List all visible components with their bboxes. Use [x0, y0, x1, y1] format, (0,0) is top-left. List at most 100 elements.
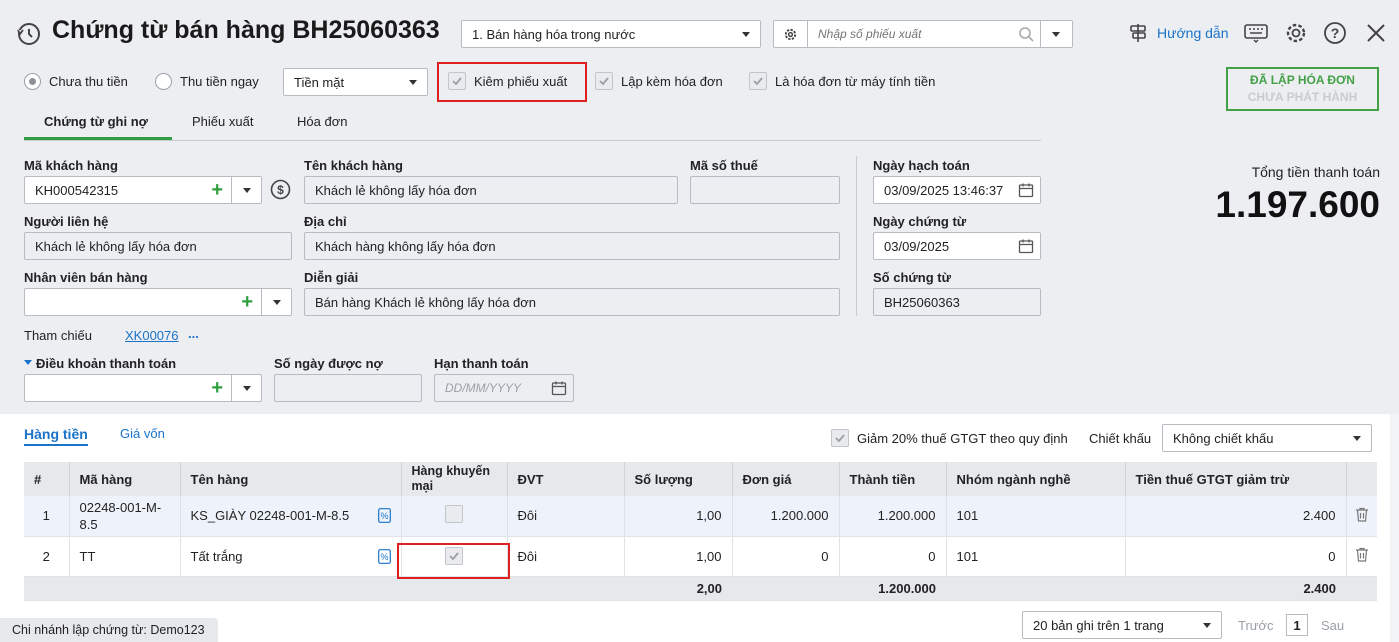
calendar-icon[interactable]: [551, 380, 567, 396]
payment-method-select[interactable]: Tiền mặt: [283, 68, 428, 96]
sales-staff-dropdown-button[interactable]: [261, 289, 291, 315]
check-cash-register-label: Là hóa đơn từ máy tính tiền: [775, 73, 936, 89]
trash-icon[interactable]: [1355, 547, 1369, 562]
sales-staff-field[interactable]: +: [24, 288, 292, 316]
contact-value: Khách lẻ không lấy hóa đơn: [35, 238, 197, 254]
check-export[interactable]: Kiêm phiếu xuất: [448, 72, 567, 90]
help-circle-icon[interactable]: ?: [1323, 21, 1347, 45]
customer-dropdown-button[interactable]: [231, 177, 261, 203]
currency-icon[interactable]: $: [270, 179, 291, 200]
tax-code-label: Mã số thuế: [690, 158, 758, 173]
item-name-cell[interactable]: Tất trắng %: [180, 536, 402, 577]
search-dropdown-button[interactable]: [1040, 21, 1070, 47]
reference-link[interactable]: XK00076: [125, 328, 179, 343]
payment-terms-field[interactable]: +: [24, 374, 262, 402]
status-line-1: ĐÃ LẬP HÓA ĐƠN: [1250, 73, 1355, 87]
item-name-cell[interactable]: KS_GIÀY 02248-001-M-8.5 %: [180, 496, 402, 537]
column-header: Đơn giá: [732, 462, 840, 496]
delete-cell: [1346, 536, 1377, 577]
check-vat-reduce[interactable]: Giảm 20% thuế GTGT theo quy định: [831, 429, 1068, 447]
settings-gear-icon[interactable]: [1284, 21, 1308, 45]
address-value: Khách hàng không lấy hóa đơn: [315, 238, 496, 254]
search-icon[interactable]: [1018, 26, 1034, 42]
radio-selected-indicator: [24, 73, 41, 90]
item-code[interactable]: 02248-001-M-8.5: [69, 496, 181, 537]
voucher-date-field[interactable]: 03/09/2025: [873, 232, 1041, 260]
contact-field[interactable]: Khách lẻ không lấy hóa đơn: [24, 232, 292, 260]
promo-cell[interactable]: [401, 496, 508, 537]
customer-name-label: Tên khách hàng: [304, 158, 403, 173]
checkbox-unchecked[interactable]: [445, 505, 463, 524]
detail-table: # Mã hàng Tên hàng Hàng khuyến mại ĐVT S…: [24, 462, 1377, 601]
quantity[interactable]: 1,00: [624, 536, 733, 577]
unit[interactable]: Đôi: [507, 536, 625, 577]
address-field[interactable]: Khách hàng không lấy hóa đơn: [304, 232, 840, 260]
amount[interactable]: 0: [839, 536, 947, 577]
tab-invoice[interactable]: Hóa đơn: [297, 114, 347, 129]
item-code[interactable]: TT: [69, 536, 181, 577]
vat-reduction[interactable]: 2.400: [1125, 496, 1347, 537]
customer-code-field[interactable]: KH000542315 +: [24, 176, 262, 204]
add-icon[interactable]: +: [211, 180, 223, 200]
svg-text:%: %: [380, 552, 388, 562]
delete-cell: [1346, 496, 1377, 537]
current-page[interactable]: 1: [1286, 614, 1308, 636]
check-cash-register[interactable]: Là hóa đơn từ máy tính tiền: [749, 72, 935, 90]
voucher-type-select[interactable]: 1. Bán hàng hóa trong nước: [461, 20, 761, 48]
next-page-button[interactable]: Sau: [1321, 618, 1344, 633]
tab-delivery-note[interactable]: Phiếu xuất: [192, 114, 253, 129]
column-header: Số lượng: [624, 462, 733, 496]
address-label: Địa chỉ: [304, 214, 347, 229]
due-date-field[interactable]: DD/MM/YYYY: [434, 374, 574, 402]
tab-debit-voucher[interactable]: Chứng từ ghi nợ: [44, 114, 148, 129]
percent-tag-icon[interactable]: %: [377, 548, 391, 564]
business-group[interactable]: 101: [946, 496, 1126, 537]
vat-reduction[interactable]: 0: [1125, 536, 1347, 577]
keyboard-icon[interactable]: [1244, 23, 1268, 43]
page-size-value: 20 bản ghi trên 1 trang: [1033, 617, 1164, 633]
unit-price[interactable]: 1.200.000: [732, 496, 840, 537]
credit-days-field[interactable]: [274, 374, 422, 402]
calendar-icon[interactable]: [1018, 182, 1034, 198]
check-invoice[interactable]: Lập kèm hóa đơn: [595, 72, 723, 90]
tab-divider: [24, 140, 1041, 141]
description-field[interactable]: Bán hàng Khách lẻ không lấy hóa đơn: [304, 288, 840, 316]
payment-terms-dropdown-button[interactable]: [231, 375, 261, 401]
prev-page-button[interactable]: Trước: [1238, 618, 1274, 633]
status-line-2: CHƯA PHÁT HÀNH: [1247, 90, 1358, 104]
customer-name-field[interactable]: Khách lẻ không lấy hóa đơn: [304, 176, 678, 204]
add-icon[interactable]: +: [241, 292, 253, 312]
close-icon[interactable]: [1366, 23, 1386, 43]
unit-price[interactable]: 0: [732, 536, 840, 577]
column-header: Tiền thuế GTGT giảm trừ: [1125, 462, 1347, 496]
collapse-icon[interactable]: [24, 360, 32, 365]
highlight-box: [397, 543, 510, 579]
business-group[interactable]: 101: [946, 536, 1126, 577]
tax-code-field[interactable]: [690, 176, 840, 204]
amount[interactable]: 1.200.000: [839, 496, 947, 537]
discount-select[interactable]: Không chiết khấu: [1162, 424, 1372, 452]
page-title: Chứng từ bán hàng BH25060363: [52, 16, 440, 44]
percent-tag-icon[interactable]: %: [377, 508, 391, 524]
add-icon[interactable]: +: [211, 378, 223, 398]
trash-icon[interactable]: [1355, 507, 1369, 522]
posting-date-field[interactable]: 03/09/2025 13:46:37: [873, 176, 1041, 204]
voucher-no-field[interactable]: BH25060363: [873, 288, 1041, 316]
table-row[interactable]: 1 02248-001-M-8.5 KS_GIÀY 02248-001-M-8.…: [24, 496, 1377, 537]
reference-more-button[interactable]: ...: [188, 326, 199, 341]
history-icon[interactable]: [16, 21, 42, 47]
voucher-search-input[interactable]: [808, 21, 1018, 47]
page-size-select[interactable]: 20 bản ghi trên 1 trang: [1022, 611, 1222, 639]
quantity[interactable]: 1,00: [624, 496, 733, 537]
table-row[interactable]: 2 TT Tất trắng % Đôi 1,00 0 0 101 0: [24, 536, 1377, 577]
tab-cost-price[interactable]: Giá vốn: [120, 426, 165, 441]
radio-unpaid[interactable]: Chưa thu tiền: [24, 73, 128, 90]
svg-text:?: ?: [1331, 25, 1340, 41]
unit[interactable]: Đôi: [507, 496, 625, 537]
help-link[interactable]: Hướng dẫn: [1127, 22, 1228, 44]
search-settings-button[interactable]: [774, 21, 808, 47]
tab-goods-money[interactable]: Hàng tiền: [24, 426, 88, 442]
radio-paid[interactable]: Thu tiền ngay: [155, 73, 259, 90]
scrollbar-track[interactable]: [1390, 414, 1399, 642]
calendar-icon[interactable]: [1018, 238, 1034, 254]
